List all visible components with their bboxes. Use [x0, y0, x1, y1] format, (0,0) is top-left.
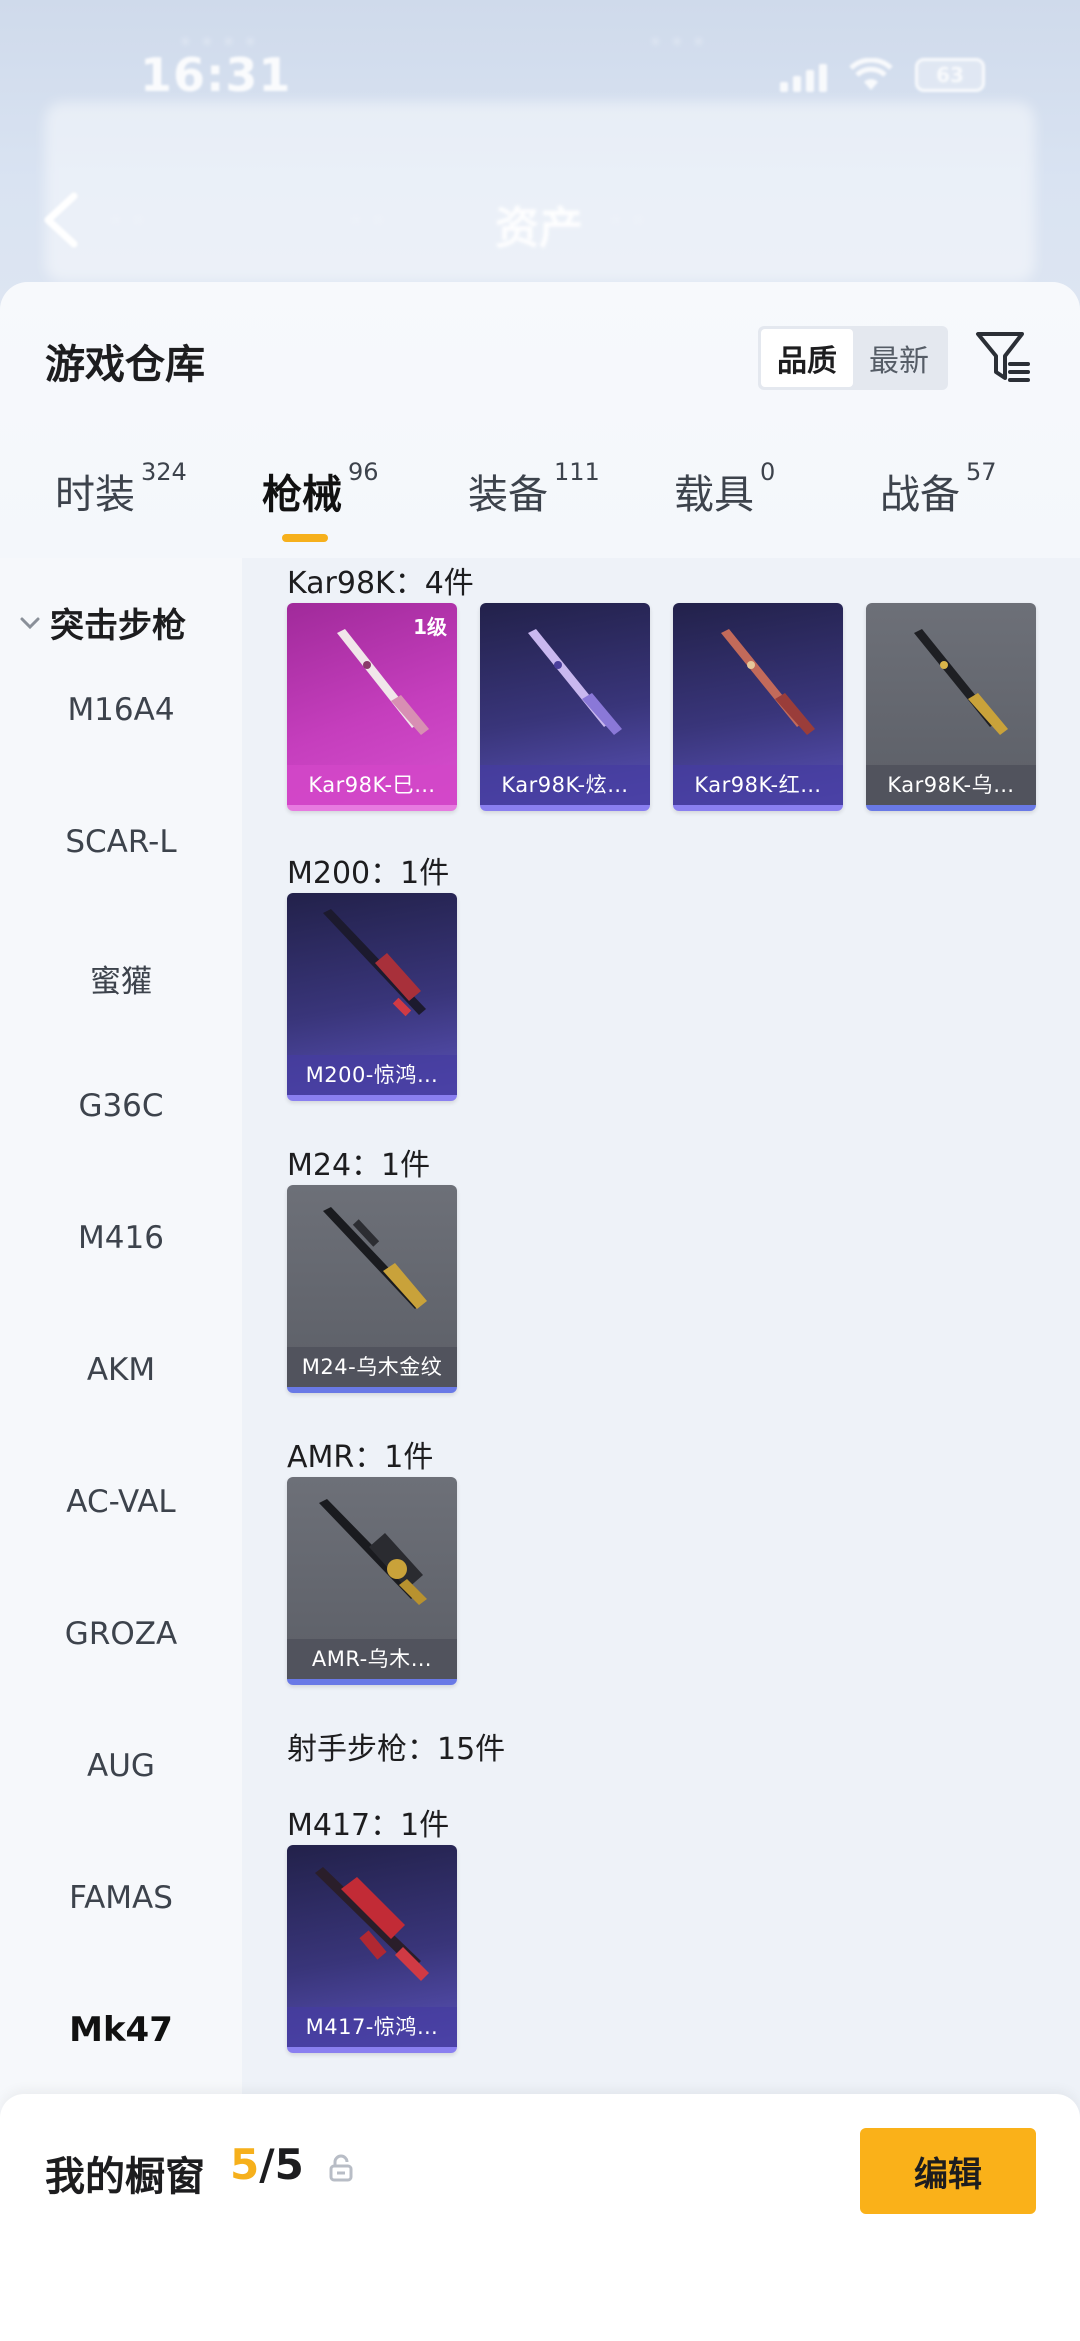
category-item[interactable]: 蜜獾: [0, 956, 242, 1001]
weapon-grid: Kar98K：4件 1级 Kar98K-巳… Kar98K-炫… Kar98K-…: [242, 558, 1080, 2341]
background-blur-text: · ·: [350, 200, 385, 241]
category-item[interactable]: SCAR-L: [0, 824, 242, 860]
back-icon[interactable]: [40, 190, 84, 250]
tab-combat-gear[interactable]: 战备 57: [880, 458, 997, 552]
section-title: Kar98K：4件: [287, 566, 474, 601]
sort-option-latest[interactable]: 最新: [853, 329, 945, 387]
sniper-rifle-icon: [323, 909, 426, 1017]
lock-icon: [329, 2154, 353, 2182]
tab-label: 战备: [880, 472, 960, 518]
card-name: M417-惊鸿…: [287, 2007, 457, 2047]
tab-count: 324: [141, 458, 187, 486]
wifi-icon: [849, 57, 893, 92]
section-title: AMR：1件: [287, 1440, 434, 1475]
sort-option-quality[interactable]: 品质: [761, 329, 853, 387]
sort-toggle: 品质 最新: [758, 326, 948, 390]
edit-button[interactable]: 编辑: [860, 2128, 1036, 2214]
section-title: M417：1件: [287, 1808, 450, 1843]
weapon-card[interactable]: M200-惊鸿…: [287, 893, 457, 1101]
category-item[interactable]: M16A4: [0, 692, 242, 728]
category-item[interactable]: M416: [0, 1220, 242, 1256]
category-tabs: 时装 324 枪械 96 装备 111 载具 0 战备 57: [0, 458, 1080, 552]
background-page: · · · · · · · 16:31 63 · · · · 资产 · ·: [0, 0, 1080, 300]
tab-label: 时装: [55, 472, 135, 518]
category-item[interactable]: AC-VAL: [0, 1484, 242, 1520]
card-name: Kar98K-炫…: [480, 765, 650, 805]
status-icons: 63: [780, 57, 985, 92]
category-group-label: 突击步枪: [50, 606, 186, 646]
background-blur-text: · · ·: [650, 22, 705, 62]
weapon-card[interactable]: Kar98K-炫…: [480, 603, 650, 811]
background-blur-text: · ·: [110, 200, 145, 241]
tab-count: 96: [348, 458, 379, 486]
sniper-rifle-icon: [323, 1207, 427, 1309]
section-title: M24：1件: [287, 1148, 431, 1183]
chevron-down-icon: [20, 617, 40, 629]
weapon-card[interactable]: M24-乌木金纹: [287, 1185, 457, 1393]
tab-count: 0: [760, 458, 776, 486]
showcase-count-total: /5: [259, 2140, 304, 2189]
tab-outfits[interactable]: 时装 324: [55, 458, 187, 552]
background-blur-text: · ·: [610, 200, 645, 241]
tab-label: 枪械: [262, 472, 342, 518]
card-name: Kar98K-巳…: [287, 765, 457, 805]
category-item[interactable]: AKM: [0, 1352, 242, 1388]
card-name: Kar98K-乌…: [866, 765, 1036, 805]
card-level: 1级: [413, 615, 447, 639]
showcase-bar: 我的橱窗 5/5 编辑: [0, 2094, 1080, 2341]
tab-count: 57: [966, 458, 997, 486]
tab-count: 111: [554, 458, 600, 486]
rifle-icon: [721, 629, 815, 735]
card-name: M24-乌木金纹: [287, 1347, 457, 1387]
sniper-rifle-icon: [319, 1499, 427, 1605]
weapon-card[interactable]: Kar98K-红…: [673, 603, 843, 811]
weapon-card[interactable]: M417-惊鸿…: [287, 1845, 457, 2053]
tab-label: 载具: [674, 472, 754, 518]
rifle-icon: [914, 629, 1008, 735]
weapon-card[interactable]: Kar98K-乌…: [866, 603, 1036, 811]
filter-icon[interactable]: [972, 326, 1034, 388]
sheet-header: 游戏仓库 品质 最新 时装 324 枪械 96 装备 111 载具 0 战备 5…: [0, 282, 1080, 558]
category-item[interactable]: AUG: [0, 1748, 242, 1784]
status-time: 16:31: [140, 48, 292, 102]
tab-equipment[interactable]: 装备 111: [468, 458, 600, 552]
weapon-card[interactable]: AMR-乌木…: [287, 1477, 457, 1685]
battery-icon: 63: [915, 58, 985, 92]
category-group-assault-rifles[interactable]: 突击步枪: [18, 598, 186, 647]
group-title: 射手步枪：15件: [287, 1732, 506, 1767]
category-item[interactable]: G36C: [0, 1088, 242, 1124]
sheet-title: 游戏仓库: [45, 342, 205, 388]
card-name: AMR-乌木…: [287, 1639, 457, 1679]
rifle-icon: [315, 1867, 429, 1981]
category-item[interactable]: FAMAS: [0, 1880, 242, 1916]
category-item[interactable]: Mk47: [0, 2010, 242, 2050]
rifle-icon: [528, 629, 622, 735]
active-tab-indicator: [282, 534, 328, 542]
showcase-count: 5/5: [230, 2140, 304, 2189]
tab-vehicles[interactable]: 载具 0: [674, 458, 775, 552]
card-name: Kar98K-红…: [673, 765, 843, 805]
weapon-card[interactable]: 1级 Kar98K-巳…: [287, 603, 457, 811]
category-item[interactable]: GROZA: [0, 1616, 242, 1652]
section-title: M200：1件: [287, 856, 450, 891]
tab-label: 装备: [468, 472, 548, 518]
showcase-count-current: 5: [230, 2140, 260, 2189]
card-name: M200-惊鸿…: [287, 1055, 457, 1095]
signal-icon: [780, 64, 827, 92]
game-warehouse-sheet: 游戏仓库 品质 最新 时装 324 枪械 96 装备 111 载具 0 战备 5…: [0, 282, 1080, 2341]
weapon-category-list: 突击步枪 M16A4 SCAR-L 蜜獾 G36C M416 AKM AC-VA…: [0, 558, 242, 2341]
showcase-label: 我的橱窗: [45, 2154, 205, 2200]
previous-page-title: 资产: [495, 203, 583, 254]
